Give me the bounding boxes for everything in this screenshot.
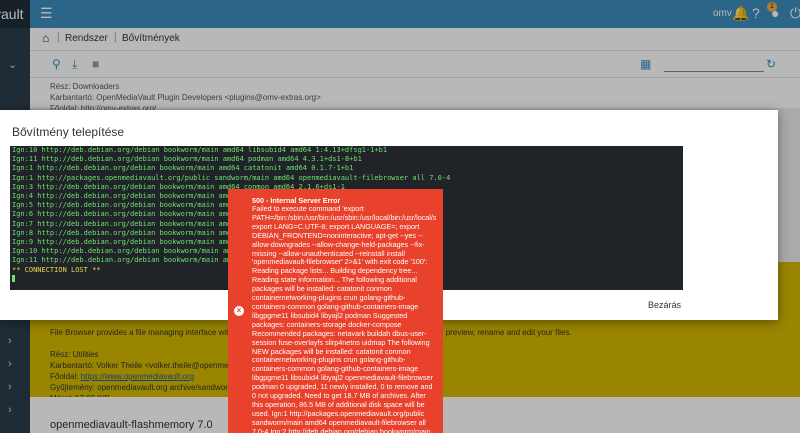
console-cursor	[12, 274, 15, 282]
close-icon[interactable]: ×	[234, 306, 244, 316]
dialog-title: Bővítmény telepítése	[12, 125, 125, 139]
error-message: Failed to execute command 'export PATH=/…	[252, 205, 436, 433]
console-line: Ign:11 http://deb.debian.org/debian book…	[12, 155, 362, 164]
console-line: Ign:1 http://deb.debian.org/debian bookw…	[12, 164, 354, 173]
error-toast[interactable]: × 500 - Internal Server Error Failed to …	[228, 189, 443, 433]
console-line: Ign:1 http://packages.openmediavault.org…	[12, 173, 451, 182]
console-line: Ign:10 http://deb.debian.org/debian book…	[12, 146, 388, 154]
close-button[interactable]: Bezárás	[648, 300, 681, 310]
